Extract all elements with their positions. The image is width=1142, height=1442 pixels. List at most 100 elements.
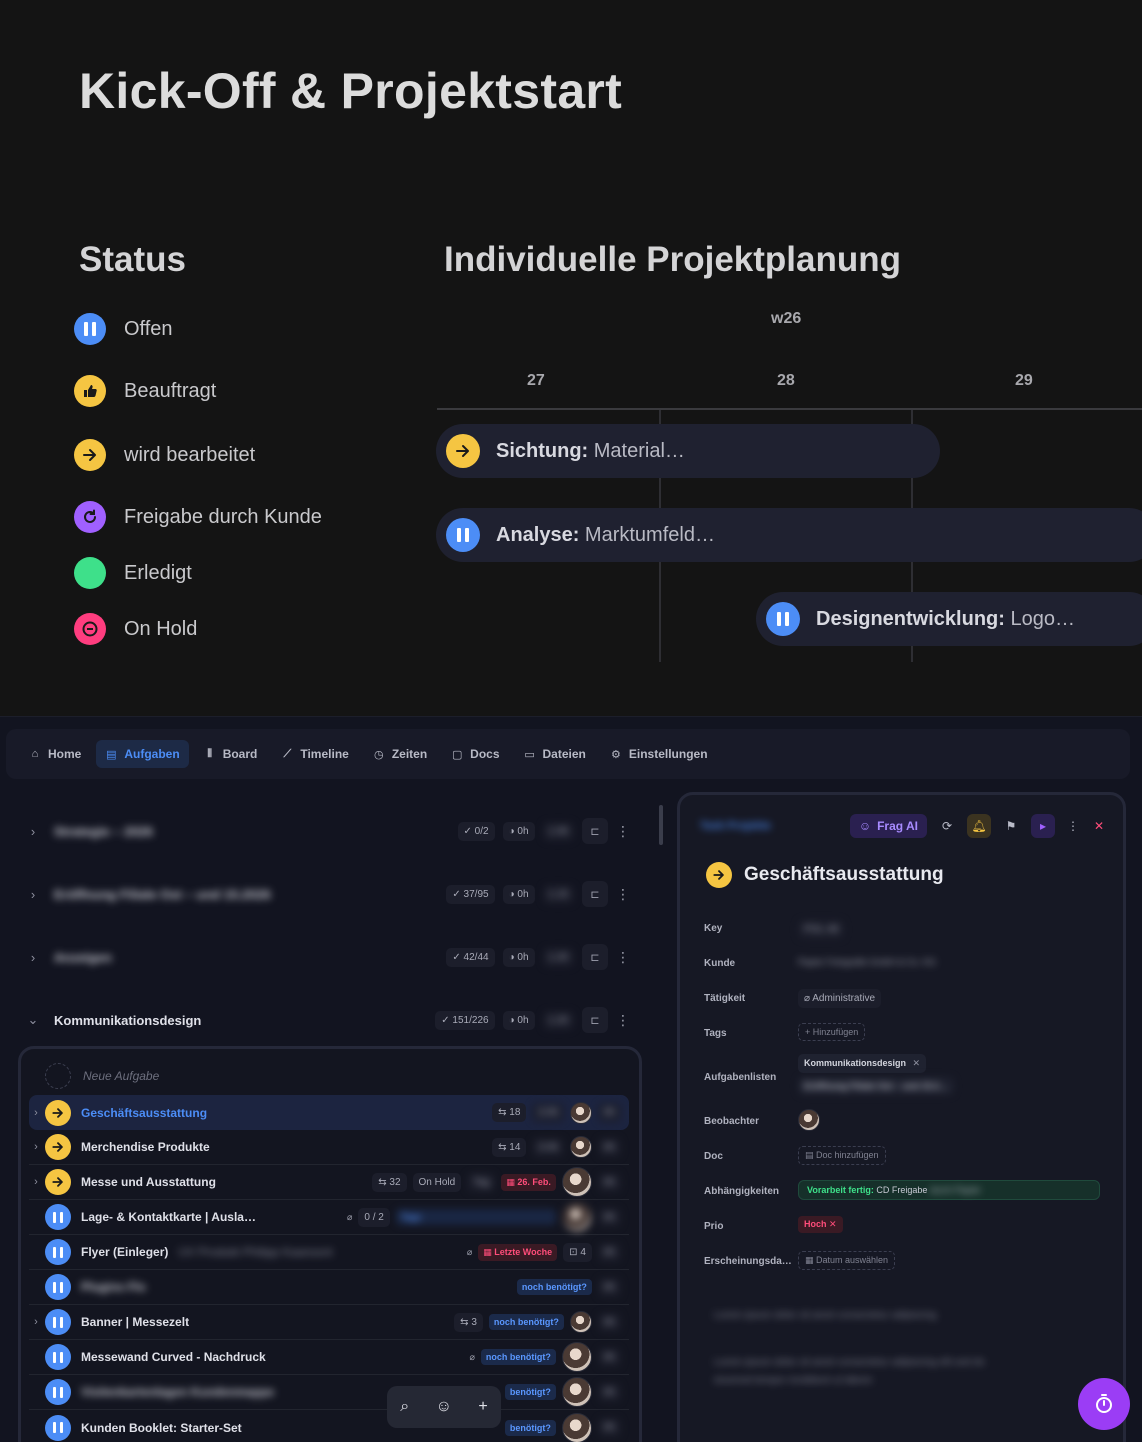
task-name[interactable]: Kunden Booklet: Starter-Set	[81, 1421, 242, 1435]
pause-icon[interactable]	[45, 1379, 71, 1405]
nav-einstellungen[interactable]: ⚙ Einstellungen	[601, 740, 717, 768]
list-chip[interactable]: Eröffnung Filiale Ost – und 15.2…	[798, 1077, 955, 1095]
nav-docs[interactable]: ▢ Docs	[442, 740, 508, 768]
dependency-chip[interactable]: Vorarbeit fertig: CD Freigabe durch Papi…	[798, 1180, 1100, 1200]
new-task-input[interactable]: Neue Aufgabe	[45, 1063, 159, 1089]
field-watchers[interactable]	[798, 1109, 820, 1131]
gantt-bar[interactable]: Sichtung: Material…	[436, 424, 940, 478]
timer-icon[interactable]	[1078, 1378, 1130, 1430]
task-name[interactable]: Messewand Curved - Nachdruck	[81, 1350, 266, 1364]
refresh-icon[interactable]: ⟳	[937, 814, 957, 838]
task-name[interactable]: Lage- & Kontaktkarte | Ausla…	[81, 1210, 256, 1224]
more-icon[interactable]: ⋮	[616, 949, 630, 966]
group-row[interactable]: › Eröffnung Filiale Ost – und 15.2026 ✓ …	[20, 877, 640, 911]
table-row[interactable]: Kunden Booklet: Starter-Set benötigt? 0h	[29, 1410, 629, 1442]
gantt-bar[interactable]: Analyse: Marktumfeld…	[436, 508, 1142, 562]
chevron-down-icon[interactable]: ⌄	[20, 1012, 46, 1028]
table-row[interactable]: Lage- & Kontaktkarte | Ausla… ⌀ 0 / 2 Ta…	[29, 1200, 629, 1235]
more-icon[interactable]: ⋮	[616, 1012, 630, 1029]
avatar[interactable]	[569, 1101, 592, 1124]
group-row[interactable]: › Strategie – 2026 ✓ 0/2 ◑ 0h 1.06 ⊏ ⋮	[20, 814, 640, 848]
add-doc-button[interactable]: ▤ Doc hinzufügen	[798, 1146, 886, 1165]
subtask-icon[interactable]: ⊏	[582, 881, 608, 907]
pause-icon[interactable]	[45, 1239, 71, 1265]
task-title[interactable]: Geschäftsausstattung	[744, 864, 944, 886]
gantt-bar[interactable]: Designentwicklung: Logo…	[756, 592, 1142, 646]
tag-chip[interactable]: benötigt?	[504, 1384, 556, 1400]
chevron-right-icon[interactable]: ›	[20, 950, 46, 965]
list-chip[interactable]: Kommunikationsdesign ✕	[798, 1054, 927, 1073]
play-icon[interactable]: ▸	[1031, 814, 1055, 838]
add-tag-button[interactable]: + Hinzufügen	[798, 1023, 866, 1041]
avatar[interactable]	[561, 1377, 592, 1407]
pause-icon[interactable]	[45, 1414, 71, 1441]
chevron-right-icon[interactable]: ›	[29, 1141, 43, 1153]
task-name[interactable]: Visitenkartenlagen Kundenmappe	[81, 1385, 274, 1399]
more-icon[interactable]: ⋮	[616, 823, 630, 840]
group-row[interactable]: ⌄ Kommunikationsdesign ✓ 151/226 ◑ 0h 1.…	[20, 1003, 640, 1037]
table-row[interactable]: › Messe und Ausstattung ⇆ 32 On Hold Tag…	[29, 1165, 629, 1200]
nav-aufgaben[interactable]: ▤ Aufgaben	[96, 740, 189, 768]
chevron-right-icon[interactable]: ›	[29, 1316, 43, 1328]
chevron-right-icon[interactable]: ›	[20, 887, 46, 902]
more-icon[interactable]: ⋮	[1065, 814, 1081, 838]
table-row[interactable]: Flyer (Einleger) UV Produkt Philipp Kaan…	[29, 1235, 629, 1270]
nav-board[interactable]: ⦀ Board	[195, 740, 267, 768]
table-row[interactable]: › Merchendise Produkte ⇆ 14 3.06 0h	[29, 1130, 629, 1165]
table-row[interactable]: Messewand Curved - Nachdruck ⌀ noch benö…	[29, 1340, 629, 1375]
nav-dateien[interactable]: ▭ Dateien	[515, 740, 595, 768]
pause-icon[interactable]	[45, 1344, 71, 1370]
task-name[interactable]: Messe und Ausstattung	[81, 1175, 216, 1189]
nav-home[interactable]: ⌂ Home	[20, 740, 90, 768]
subtask-icon[interactable]: ⊏	[582, 1007, 608, 1033]
pause-icon[interactable]	[45, 1309, 71, 1335]
task-name[interactable]: Plugins Flo	[81, 1280, 146, 1294]
chevron-right-icon[interactable]: ›	[29, 1176, 43, 1188]
due-date-badge[interactable]: ▦ Letzte Woche	[478, 1243, 558, 1261]
avatar[interactable]	[569, 1311, 592, 1333]
table-row[interactable]: › Banner | Messezelt ⇆ 3 noch benötigt? …	[29, 1305, 629, 1340]
task-name[interactable]: Flyer (Einleger)	[81, 1245, 168, 1259]
arrow-right-icon[interactable]	[45, 1169, 71, 1195]
plus-icon[interactable]: +	[478, 1398, 487, 1416]
ai-icon[interactable]: ☺	[436, 1398, 452, 1416]
date-picker[interactable]: ▦ Datum auswählen	[798, 1251, 896, 1270]
tag-chip[interactable]: noch benötigt?	[480, 1349, 556, 1365]
due-date-badge[interactable]: ▦ 26. Feb.	[501, 1173, 556, 1191]
close-icon[interactable]: ✕	[1091, 814, 1107, 838]
tag-chip[interactable]: benötigt?	[504, 1419, 556, 1436]
avatar[interactable]	[798, 1109, 820, 1131]
table-row[interactable]: Visitenkartenlagen Kundenmappe benötigt?…	[29, 1375, 629, 1410]
table-row[interactable]: Plugins Flo noch benötigt? 0h	[29, 1270, 629, 1305]
scrollbar[interactable]	[659, 805, 663, 845]
bell-icon[interactable]: 🔔︎	[967, 814, 991, 838]
nav-zeiten[interactable]: ◷ Zeiten	[364, 740, 436, 768]
avatar[interactable]	[561, 1342, 592, 1372]
nav-timeline[interactable]: ⟋ Timeline	[272, 740, 357, 768]
pause-icon[interactable]	[45, 1274, 71, 1300]
ask-ai-button[interactable]: ☺ Frag AI	[849, 814, 927, 838]
task-name[interactable]: Geschäftsausstattung	[81, 1106, 207, 1120]
breadcrumb[interactable]: Task Projekte	[700, 820, 771, 832]
task-name[interactable]: Merchendise Produkte	[81, 1140, 210, 1154]
arrow-right-icon[interactable]	[706, 862, 732, 888]
avatar[interactable]	[569, 1136, 592, 1158]
chevron-right-icon[interactable]: ›	[20, 824, 46, 839]
pause-icon[interactable]	[45, 1204, 71, 1230]
subtask-icon[interactable]: ⊏	[582, 944, 608, 970]
search-icon[interactable]: ⌕	[400, 1398, 409, 1416]
table-row[interactable]: › Geschäftsausstattung ⇆ 18 3.06 0h	[29, 1095, 629, 1130]
priority-chip[interactable]: Hoch ✕	[798, 1216, 843, 1233]
avatar[interactable]	[561, 1412, 592, 1442]
chevron-right-icon[interactable]: ›	[29, 1107, 43, 1119]
avatar[interactable]	[561, 1202, 592, 1232]
task-name[interactable]: Banner | Messezelt	[81, 1315, 189, 1329]
tag-chip[interactable]: noch benötigt?	[516, 1279, 592, 1295]
field-activity[interactable]: ⌀ Administrative	[798, 989, 882, 1008]
arrow-right-icon[interactable]	[45, 1099, 71, 1126]
avatar[interactable]	[561, 1167, 592, 1197]
more-icon[interactable]: ⋮	[616, 886, 630, 903]
field-customer[interactable]: Papier Fotografie GmbH & Co. KG	[798, 957, 936, 967]
tag-chip[interactable]: noch benötigt?	[488, 1314, 564, 1330]
group-row[interactable]: › Anzeigen ✓ 42/44 ◑ 0h 1.20 ⊏ ⋮	[20, 940, 640, 974]
